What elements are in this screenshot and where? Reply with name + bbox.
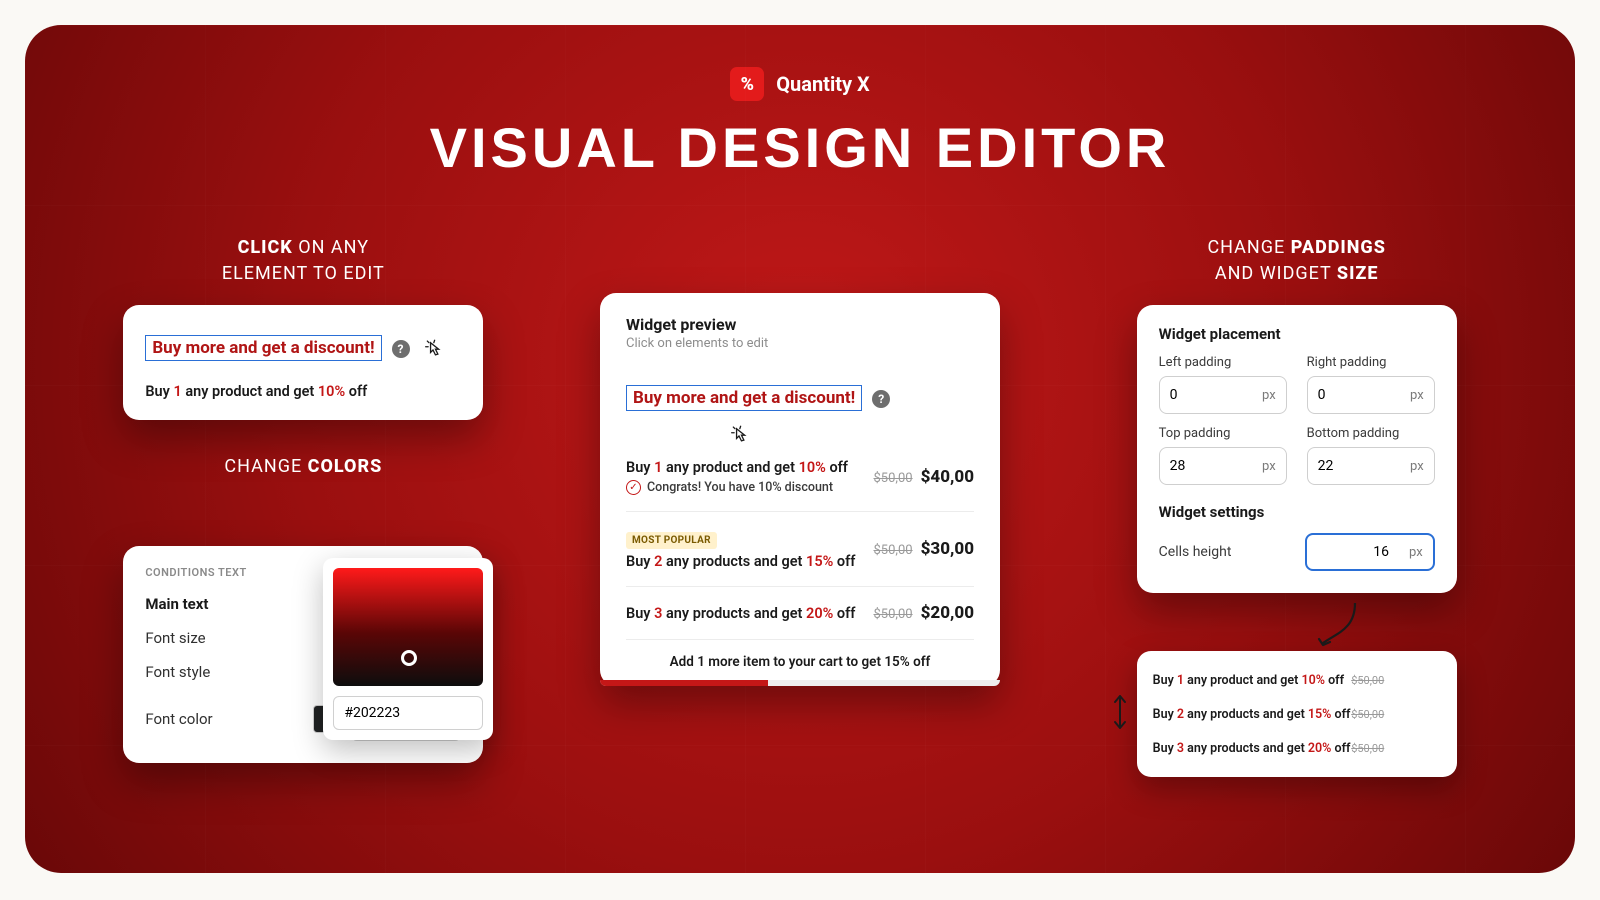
preview-subtitle: Click on elements to edit	[626, 336, 974, 351]
column-click-edit: CLICK ON ANYELEMENT TO EDIT Buy more and…	[85, 235, 522, 873]
cells-height-label: Cells height	[1159, 544, 1232, 560]
top-padding-input[interactable]	[1160, 458, 1252, 474]
right-padding-input[interactable]	[1308, 387, 1400, 403]
congrats-line: ✓Congrats! You have 10% discount	[626, 480, 848, 495]
discount-row[interactable]: Buy 1 any product and get 10% off ✓Congr…	[626, 443, 974, 512]
widget-placement-title: Widget placement	[1159, 325, 1435, 343]
field-right-padding: Right padding px	[1307, 355, 1435, 414]
mini-row: Buy 1 any product and get 10% off $50,00…	[1153, 663, 1441, 697]
color-picker-handle[interactable]	[401, 650, 417, 666]
help-icon[interactable]: ?	[392, 340, 410, 358]
widget-placement-card: Widget placement Left padding px Right p…	[1137, 305, 1457, 593]
field-label: Left padding	[1159, 355, 1287, 370]
hero-title: VISUAL DESIGN EDITOR	[25, 115, 1575, 180]
field-bottom-padding: Bottom padding px	[1307, 426, 1435, 485]
progress-section: Add 1 more item to your cart to get 15% …	[600, 654, 1000, 686]
most-popular-badge: MOST POPULAR	[626, 532, 717, 549]
preview-title: Widget preview	[626, 315, 974, 334]
field-label: Right padding	[1307, 355, 1435, 370]
brand-row: % Quantity X	[25, 25, 1575, 101]
pointer-cursor-icon	[726, 423, 974, 453]
field-left-padding: Left padding px	[1159, 355, 1287, 414]
promo-stage: % Quantity X VISUAL DESIGN EDITOR CLICK …	[25, 25, 1575, 873]
color-gradient-area[interactable]	[333, 568, 483, 686]
field-top-padding: Top padding px	[1159, 426, 1287, 485]
colors-card: CONDITIONS TEXT Main text Font size Font…	[123, 546, 483, 763]
preview-editable-headline[interactable]: Buy more and get a discount!	[626, 385, 862, 411]
cells-height-input[interactable]	[1307, 544, 1399, 560]
mini-row: Buy 3 any products and get 20% off $50,0…	[1153, 731, 1441, 765]
pointer-cursor-icon	[420, 337, 446, 367]
discount-row[interactable]: MOST POPULAR Buy 2 any products and get …	[626, 512, 974, 587]
widget-settings-title: Widget settings	[1159, 503, 1435, 521]
field-label: Top padding	[1159, 426, 1287, 441]
caption-click: CLICK ON ANYELEMENT TO EDIT	[222, 235, 385, 287]
caption-colors: CHANGE COLORS	[224, 454, 382, 480]
progress-fill	[600, 680, 768, 686]
field-label: Bottom padding	[1307, 426, 1435, 441]
column-preview: Widget preview Click on elements to edit…	[582, 293, 1019, 873]
mini-preview-card: Buy 1 any product and get 10% off $50,00…	[1137, 651, 1457, 777]
caption-paddings: CHANGE PADDINGSAND WIDGET SIZE	[1207, 235, 1385, 287]
unit-label: px	[1252, 388, 1286, 403]
unit-label: px	[1252, 459, 1286, 474]
brand-icon: %	[730, 67, 764, 101]
option-font-color[interactable]: Font color	[145, 710, 303, 728]
column-paddings: CHANGE PADDINGSAND WIDGET SIZE Widget pl…	[1078, 235, 1515, 873]
example-condition-line: Buy 1 any product and get 10% off	[145, 383, 461, 400]
connector-arrow-icon	[1307, 599, 1367, 659]
color-hex-input[interactable]	[333, 696, 483, 730]
color-picker-popover[interactable]	[323, 558, 493, 740]
editable-headline[interactable]: Buy more and get a discount!	[145, 335, 381, 361]
progress-bar	[600, 680, 1000, 686]
unit-label: px	[1400, 388, 1434, 403]
vertical-resize-icon	[1111, 692, 1129, 736]
discount-row[interactable]: Buy 3 any products and get 20% off $50,0…	[626, 587, 974, 640]
click-edit-card: Buy more and get a discount! ? Buy 1 any…	[123, 305, 483, 420]
progress-text: Add 1 more item to your cart to get 15% …	[600, 654, 1000, 680]
unit-label: px	[1400, 459, 1434, 474]
mini-row: Buy 2 any products and get 15% off $50,0…	[1153, 697, 1441, 731]
unit-label: px	[1399, 545, 1433, 560]
widget-preview-card: Widget preview Click on elements to edit…	[600, 293, 1000, 686]
bottom-padding-input[interactable]	[1308, 458, 1400, 474]
left-padding-input[interactable]	[1160, 387, 1252, 403]
help-icon[interactable]: ?	[872, 390, 890, 408]
brand-name: Quantity X	[776, 72, 869, 96]
check-circle-icon: ✓	[626, 480, 641, 495]
